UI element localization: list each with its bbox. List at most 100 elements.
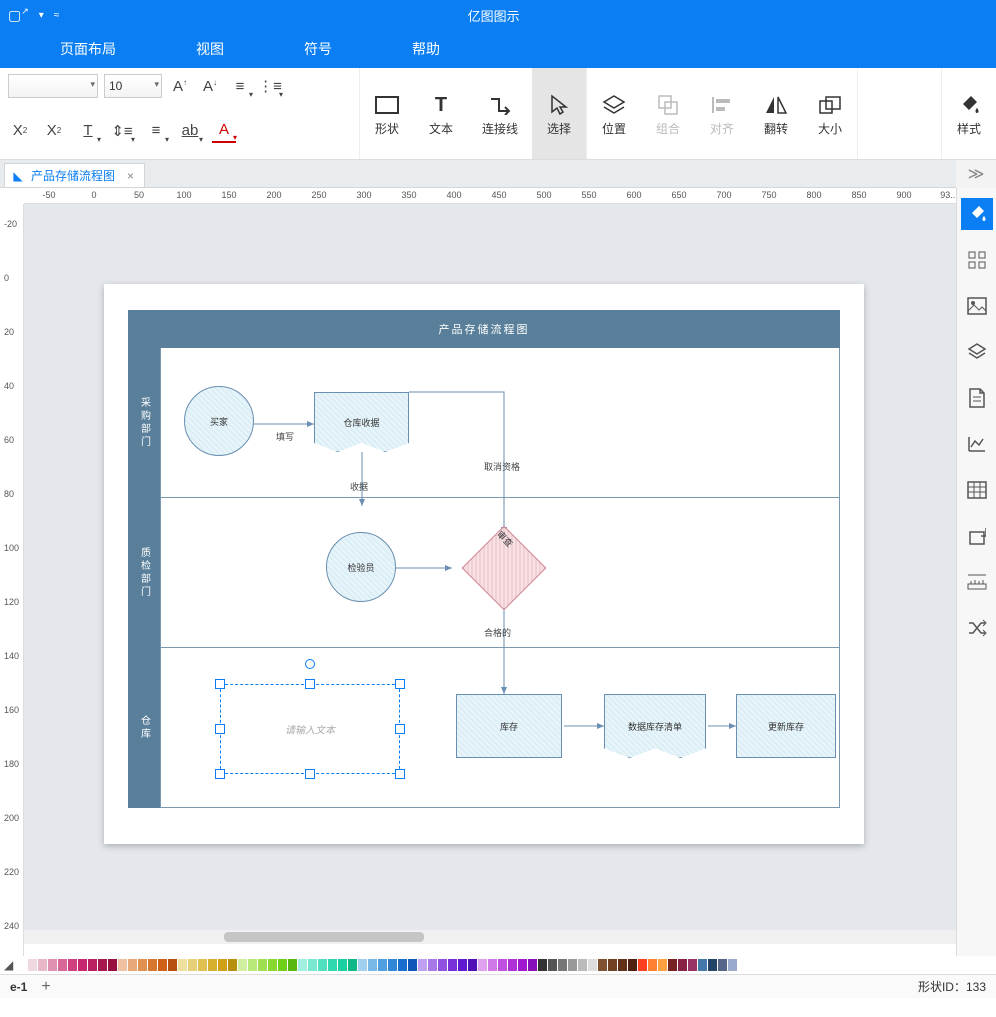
tool-select[interactable]: 选择 bbox=[532, 68, 586, 159]
tool-group[interactable]: 组合 bbox=[641, 68, 695, 159]
color-swatch[interactable] bbox=[48, 959, 57, 971]
font-color-icon[interactable]: A▾ bbox=[212, 119, 236, 143]
color-swatch[interactable] bbox=[148, 959, 157, 971]
bullets-icon[interactable]: ⋮≡▾ bbox=[258, 74, 282, 98]
export-panel-icon[interactable] bbox=[961, 520, 993, 552]
fill-panel-icon[interactable] bbox=[961, 198, 993, 230]
node-stock[interactable]: 库存 bbox=[456, 694, 562, 758]
close-tab-icon[interactable]: × bbox=[127, 169, 134, 183]
node-warehouse-receive[interactable]: 仓库收据 bbox=[314, 392, 409, 452]
color-swatch[interactable] bbox=[68, 959, 77, 971]
color-swatch[interactable] bbox=[158, 959, 167, 971]
increase-font-icon[interactable]: A↑ bbox=[168, 74, 192, 98]
text-direction-icon[interactable]: T▾ bbox=[76, 119, 100, 143]
color-swatch[interactable] bbox=[188, 959, 197, 971]
color-swatch[interactable] bbox=[488, 959, 497, 971]
color-swatch[interactable] bbox=[428, 959, 437, 971]
grid-panel-icon[interactable] bbox=[961, 244, 993, 276]
paint-bucket-small-icon[interactable]: ◢ bbox=[4, 958, 13, 972]
tool-flip[interactable]: 翻转 bbox=[749, 68, 803, 159]
shuffle-panel-icon[interactable] bbox=[961, 612, 993, 644]
color-swatch[interactable] bbox=[388, 959, 397, 971]
color-swatch[interactable] bbox=[558, 959, 567, 971]
color-swatch[interactable] bbox=[548, 959, 557, 971]
color-swatch[interactable] bbox=[108, 959, 117, 971]
node-update-stock[interactable]: 更新库存 bbox=[736, 694, 836, 758]
color-swatch[interactable] bbox=[348, 959, 357, 971]
page-panel-icon[interactable] bbox=[961, 382, 993, 414]
color-swatch[interactable] bbox=[28, 959, 37, 971]
font-size-combo[interactable]: 10▾ bbox=[104, 74, 162, 98]
selected-shape[interactable]: 请输入文本 bbox=[220, 684, 400, 774]
color-swatch[interactable] bbox=[318, 959, 327, 971]
subscript-icon[interactable]: X2 bbox=[42, 119, 66, 143]
color-swatch[interactable] bbox=[298, 959, 307, 971]
menu-help[interactable]: 帮助 bbox=[412, 39, 440, 59]
handle-sw[interactable] bbox=[215, 769, 225, 779]
color-swatch[interactable] bbox=[288, 959, 297, 971]
ruler-panel-icon[interactable] bbox=[961, 566, 993, 598]
page-indicator[interactable]: e-1 bbox=[10, 980, 27, 994]
color-swatch[interactable] bbox=[478, 959, 487, 971]
color-swatch[interactable] bbox=[708, 959, 717, 971]
qat-dropdown-icon[interactable]: ▾ bbox=[39, 10, 44, 21]
color-swatch[interactable] bbox=[588, 959, 597, 971]
line-spacing-icon[interactable]: ⇕≡▾ bbox=[110, 119, 134, 143]
color-swatch[interactable] bbox=[498, 959, 507, 971]
color-swatch[interactable] bbox=[358, 959, 367, 971]
handle-se[interactable] bbox=[395, 769, 405, 779]
color-swatch[interactable] bbox=[508, 959, 517, 971]
scrollbar-horizontal[interactable] bbox=[24, 930, 956, 944]
color-swatch[interactable] bbox=[368, 959, 377, 971]
tool-position[interactable]: 位置 bbox=[587, 68, 641, 159]
color-swatch[interactable] bbox=[78, 959, 87, 971]
layers-panel-icon[interactable] bbox=[961, 336, 993, 368]
handle-n[interactable] bbox=[305, 679, 315, 689]
color-swatch[interactable] bbox=[718, 959, 727, 971]
font-family-combo[interactable]: ▾ bbox=[8, 74, 98, 98]
color-swatch[interactable] bbox=[638, 959, 647, 971]
rotation-handle[interactable] bbox=[305, 659, 315, 669]
node-inspector[interactable]: 检验员 bbox=[326, 532, 396, 602]
tool-text[interactable]: T 文本 bbox=[414, 68, 468, 159]
color-swatch[interactable] bbox=[128, 959, 137, 971]
color-swatch[interactable] bbox=[408, 959, 417, 971]
color-swatch[interactable] bbox=[138, 959, 147, 971]
underline-icon[interactable]: ab▾ bbox=[178, 119, 202, 143]
color-swatch[interactable] bbox=[278, 959, 287, 971]
menu-symbol[interactable]: 符号 bbox=[304, 39, 332, 59]
color-swatch[interactable] bbox=[308, 959, 317, 971]
color-swatch[interactable] bbox=[58, 959, 67, 971]
scrollbar-thumb-h[interactable] bbox=[224, 932, 424, 942]
new-doc-icon[interactable]: ▢↗ bbox=[8, 7, 29, 24]
color-swatch[interactable] bbox=[688, 959, 697, 971]
color-swatch[interactable] bbox=[238, 959, 247, 971]
tool-style[interactable]: 样式 bbox=[942, 68, 996, 159]
tool-size[interactable]: 大小 bbox=[803, 68, 857, 159]
canvas[interactable]: 产品存储流程图 采购部门 质检部门 仓库 买家 填 bbox=[24, 204, 956, 930]
color-swatch[interactable] bbox=[168, 959, 177, 971]
color-swatch[interactable] bbox=[438, 959, 447, 971]
handle-s[interactable] bbox=[305, 769, 315, 779]
superscript-icon[interactable]: X2 bbox=[8, 119, 32, 143]
handle-e[interactable] bbox=[395, 724, 405, 734]
color-swatch[interactable] bbox=[98, 959, 107, 971]
color-swatch[interactable] bbox=[258, 959, 267, 971]
color-swatch[interactable] bbox=[38, 959, 47, 971]
decrease-font-icon[interactable]: A↓ bbox=[198, 74, 222, 98]
color-swatch[interactable] bbox=[228, 959, 237, 971]
color-swatch[interactable] bbox=[378, 959, 387, 971]
image-panel-icon[interactable] bbox=[961, 290, 993, 322]
color-swatch[interactable] bbox=[208, 959, 217, 971]
color-swatch[interactable] bbox=[618, 959, 627, 971]
handle-nw[interactable] bbox=[215, 679, 225, 689]
color-swatch[interactable] bbox=[118, 959, 127, 971]
color-swatch[interactable] bbox=[468, 959, 477, 971]
add-page-icon[interactable]: + bbox=[41, 978, 50, 996]
document-tab[interactable]: ◣ 产品存储流程图 × bbox=[4, 163, 145, 187]
tool-align[interactable]: 对齐 bbox=[695, 68, 749, 159]
color-swatch[interactable] bbox=[648, 959, 657, 971]
color-swatch[interactable] bbox=[628, 959, 637, 971]
color-swatch[interactable] bbox=[178, 959, 187, 971]
tool-shape[interactable]: 形状 bbox=[360, 68, 414, 159]
